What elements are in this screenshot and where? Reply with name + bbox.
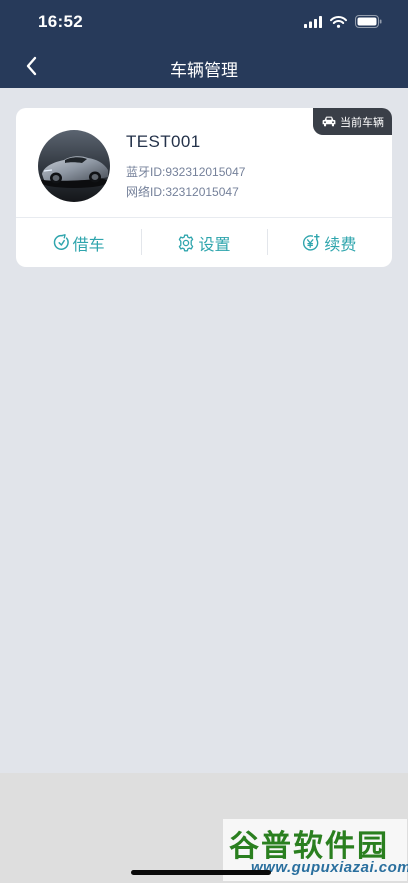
status-time: 16:52 [38, 12, 83, 31]
vehicle-name: TEST001 [126, 132, 201, 151]
system-icons [304, 15, 382, 28]
car-icon [322, 116, 336, 127]
borrow-icon [53, 234, 69, 250]
battery-icon [355, 15, 382, 28]
action-divider [141, 229, 142, 255]
app-header: 16:52 车辆管理 [0, 0, 408, 88]
status-bar: 16:52 [0, 0, 408, 46]
renew-button[interactable]: 续费 [267, 218, 392, 267]
nav-bar: 车辆管理 [0, 46, 408, 88]
gear-icon [179, 234, 194, 251]
watermark-url: www.gupuxiazai.com [251, 859, 408, 876]
vehicle-avatar [38, 130, 110, 202]
borrow-car-label: 借车 [72, 236, 105, 254]
network-id: 网络ID:32312015047 [126, 185, 239, 199]
borrow-car-button[interactable]: 借车 [16, 218, 141, 267]
vehicle-card[interactable]: 当前车辆 TEST001 蓝牙ID:932312015047 网络ID:3231… [16, 108, 392, 267]
renew-yen-icon [303, 233, 320, 251]
wifi-icon [330, 15, 347, 28]
cellular-signal-icon [304, 15, 322, 28]
bluetooth-id: 蓝牙ID:932312015047 [126, 165, 246, 179]
current-vehicle-badge: 当前车辆 [313, 108, 392, 135]
page-title: 车辆管理 [170, 61, 238, 80]
vehicle-actions: 借车 设置 续费 [16, 218, 392, 267]
car-photo [38, 130, 110, 202]
action-divider [267, 229, 268, 255]
home-indicator[interactable] [131, 870, 271, 875]
settings-button[interactable]: 设置 [141, 218, 266, 267]
renew-label: 续费 [324, 236, 357, 254]
settings-label: 设置 [198, 236, 231, 254]
current-vehicle-label: 当前车辆 [340, 116, 384, 129]
